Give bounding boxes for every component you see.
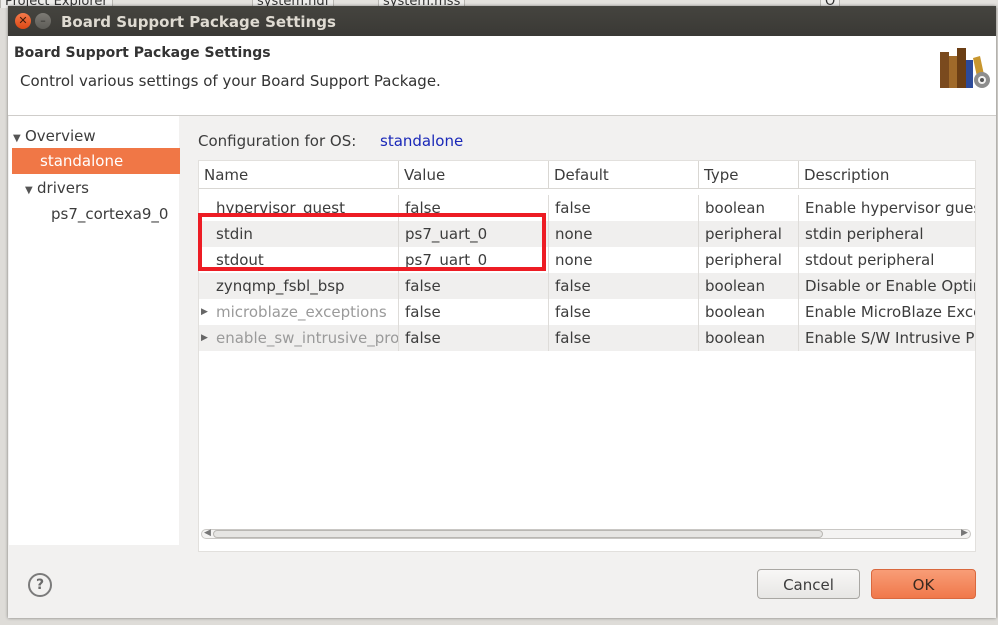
- cell-description: stdin peripheral: [805, 225, 924, 243]
- ok-button[interactable]: OK: [871, 569, 976, 599]
- cell-description: Enable MicroBlaze Excep: [805, 303, 975, 321]
- scrollbar-thumb[interactable]: [213, 530, 823, 538]
- cell-type: peripheral: [699, 247, 799, 273]
- column-header-description[interactable]: Description: [799, 161, 975, 189]
- tree-item-drivers[interactable]: ▼ drivers: [9, 175, 179, 201]
- books-settings-icon: [940, 48, 990, 88]
- cell-default: false: [549, 273, 699, 299]
- configuration-os-value: standalone: [380, 132, 464, 150]
- cell-description: stdout peripheral: [805, 251, 935, 269]
- close-window-button[interactable]: ✕: [15, 13, 31, 29]
- column-header-type[interactable]: Type: [699, 161, 799, 189]
- minimize-window-button[interactable]: –: [35, 13, 51, 29]
- settings-tree: ▼ Overview standalone ▼ drivers ps7_cortex…: [9, 116, 180, 545]
- cell-description: Enable hypervisor guest: [805, 199, 975, 217]
- stdin-stdout-highlight-box: [198, 213, 546, 271]
- header-description: Control various settings of your Board S…: [20, 72, 441, 90]
- cell-default: false: [549, 325, 699, 351]
- cell-default: false: [549, 195, 699, 221]
- dialog-title: Board Support Package Settings: [61, 13, 336, 31]
- table-row[interactable]: ▶ microblaze_exceptions false false bool…: [199, 299, 975, 325]
- cell-value[interactable]: false: [399, 273, 549, 299]
- horizontal-scrollbar[interactable]: ◀ ▶: [199, 527, 975, 541]
- cell-value[interactable]: false: [399, 299, 549, 325]
- scroll-left-icon[interactable]: ◀: [204, 528, 211, 538]
- table-row[interactable]: zynqmp_fsbl_bsp false false boolean Disa…: [199, 273, 975, 299]
- tree-item-overview[interactable]: ▼ Overview: [9, 123, 183, 149]
- cell-type: peripheral: [699, 221, 799, 247]
- scroll-right-icon[interactable]: ▶: [961, 528, 968, 538]
- cancel-button[interactable]: Cancel: [757, 569, 860, 599]
- dialog-header: Board Support Package Settings Control v…: [8, 36, 996, 116]
- cell-default: none: [549, 247, 699, 273]
- configuration-label: Configuration for OS:: [198, 132, 357, 150]
- tree-item-standalone[interactable]: standalone: [12, 148, 180, 174]
- tree-item-label: Overview: [25, 127, 96, 145]
- cell-default: none: [549, 221, 699, 247]
- tree-item-label: ps7_cortexa9_0: [51, 205, 169, 223]
- column-header-name[interactable]: Name: [199, 161, 399, 189]
- cell-type: boolean: [699, 273, 799, 299]
- cell-default: false: [549, 299, 699, 325]
- background-bottom-edge: [0, 618, 998, 625]
- bsp-settings-dialog: ✕ – Board Support Package Settings Board…: [8, 6, 996, 618]
- table-row[interactable]: ▶ enable_sw_intrusive_profi false false …: [199, 325, 975, 351]
- cell-name: zynqmp_fsbl_bsp: [199, 273, 399, 299]
- cell-type: boolean: [699, 325, 799, 351]
- column-header-value[interactable]: Value: [399, 161, 549, 189]
- cell-description: Enable S/W Intrusive Pro: [805, 329, 975, 347]
- cell-description: Disable or Enable Optim: [805, 277, 975, 295]
- tree-item-label: drivers: [37, 179, 89, 197]
- cell-value[interactable]: false: [399, 325, 549, 351]
- cell-name: microblaze_exceptions: [199, 299, 399, 325]
- help-icon[interactable]: ?: [28, 573, 52, 597]
- tree-item-ps7-cortexa9-0[interactable]: ps7_cortexa9_0: [9, 201, 179, 227]
- cell-type: boolean: [699, 195, 799, 221]
- cell-name: enable_sw_intrusive_profi: [199, 325, 399, 351]
- dialog-titlebar: ✕ – Board Support Package Settings: [8, 6, 996, 36]
- tree-item-label: standalone: [40, 152, 124, 170]
- background-left-edge: [0, 8, 8, 625]
- column-header-default[interactable]: Default: [549, 161, 699, 189]
- cell-type: boolean: [699, 299, 799, 325]
- header-title: Board Support Package Settings: [14, 45, 271, 61]
